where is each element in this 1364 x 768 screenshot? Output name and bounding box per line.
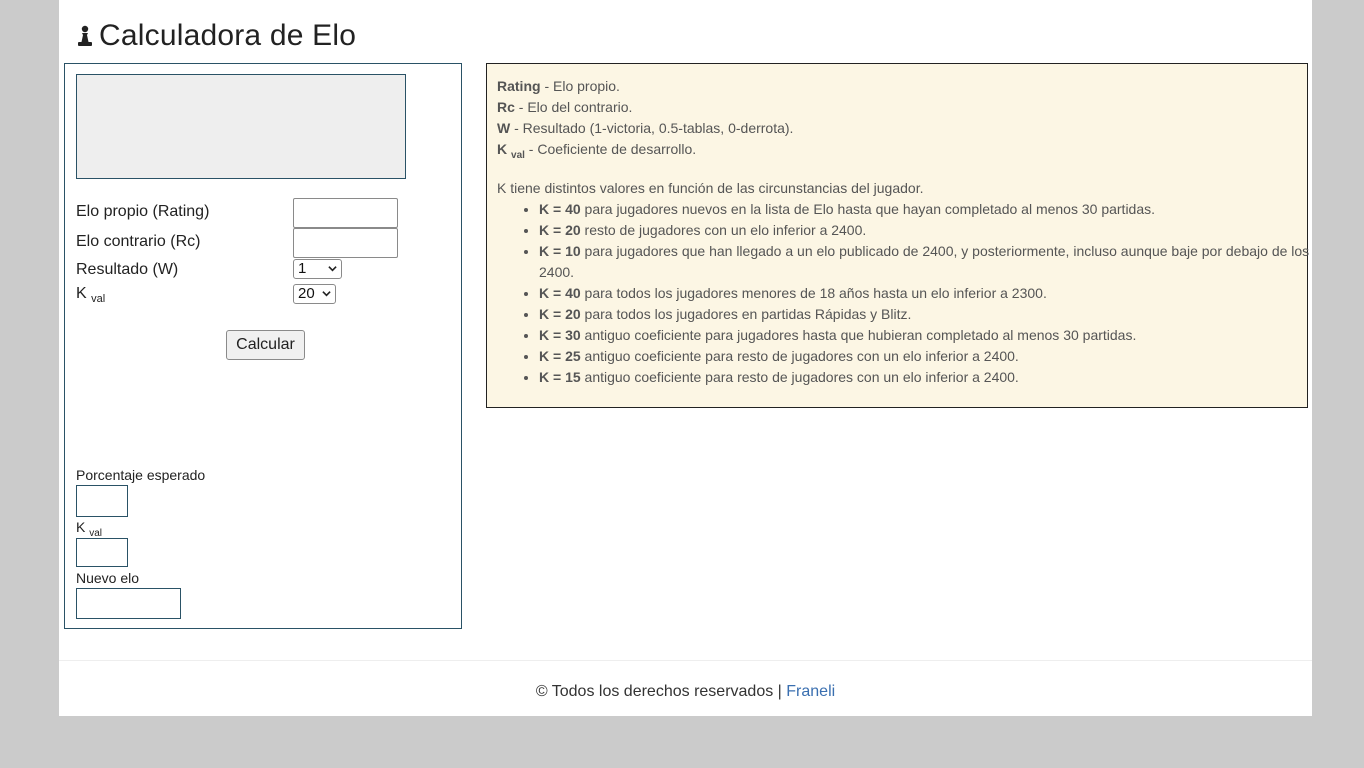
definition-item: Rc - Elo del contrario. (497, 99, 633, 115)
k-values-list: K = 40 para jugadores nuevos en la lista… (497, 199, 1319, 388)
definition-item: K val - Coeficiente de desarrollo. (497, 141, 697, 161)
k-result-label: K val (76, 519, 103, 539)
k-value-item: K = 40 para todos los jugadores menores … (539, 283, 1319, 304)
definition-list: Rating - Elo propio. Rc - Elo del contrar… (497, 76, 793, 166)
k-result-output (76, 538, 128, 567)
header: Calculadora de Elo (76, 16, 356, 56)
calculate-button[interactable]: Calcular (226, 330, 305, 360)
footer: © Todos los derechos reservados | Franel… (59, 683, 1312, 701)
display-area (76, 74, 406, 179)
rc-label: Elo contrario (Rc) (76, 233, 201, 250)
page-container: Calculadora de Elo Elo propio (Rating) E… (59, 0, 1312, 716)
k-intro-text: K tiene distintos valores en función de … (497, 180, 924, 196)
chess-pawn-icon (78, 25, 92, 46)
k-value-item: K = 10 para jugadores que han llegado a … (539, 241, 1319, 283)
k-select-value: 20 (298, 285, 315, 302)
k-value-item: K = 25 antiguo coeficiente para resto de… (539, 346, 1319, 367)
k-select[interactable]: 20 (293, 284, 336, 304)
expected-percentage-label: Porcentaje esperado (76, 467, 206, 483)
new-elo-output (76, 588, 181, 619)
footer-author-link[interactable]: Franeli (786, 683, 835, 700)
k-value-item: K = 15 antiguo coeficiente para resto de… (539, 367, 1319, 388)
k-value-item: K = 40 para jugadores nuevos en la lista… (539, 199, 1319, 220)
rating-label: Elo propio (Rating) (76, 203, 210, 220)
rc-input[interactable] (293, 228, 398, 258)
chevron-down-icon (328, 266, 337, 272)
k-value-item: K = 20 resto de jugadores con un elo inf… (539, 220, 1319, 241)
result-label: Resultado (W) (76, 261, 179, 278)
calculator-panel: Elo propio (Rating) Elo contrario (Rc) R… (64, 63, 462, 629)
definition-item: W - Resultado (1-victoria, 0.5-tablas, 0… (497, 120, 794, 136)
footer-divider (59, 660, 1312, 661)
copyright-text: © Todos los derechos reservados | (535, 683, 787, 700)
k-label: K val (76, 285, 106, 306)
chevron-down-icon (322, 291, 331, 297)
new-elo-label: Nuevo elo (76, 570, 140, 586)
k-value-item: K = 20 para todos los jugadores en parti… (539, 304, 1319, 325)
definition-item: Rating - Elo propio. (497, 78, 620, 94)
result-select[interactable]: 1 (293, 259, 342, 279)
rating-input[interactable] (293, 198, 398, 228)
result-select-value: 1 (298, 260, 307, 277)
info-panel: Rating - Elo propio. Rc - Elo del contrar… (486, 63, 1309, 408)
page-title: Calculadora de Elo (99, 19, 357, 52)
expected-percentage-output (76, 485, 128, 517)
k-value-item: K = 30 antiguo coeficiente para jugadore… (539, 325, 1319, 346)
